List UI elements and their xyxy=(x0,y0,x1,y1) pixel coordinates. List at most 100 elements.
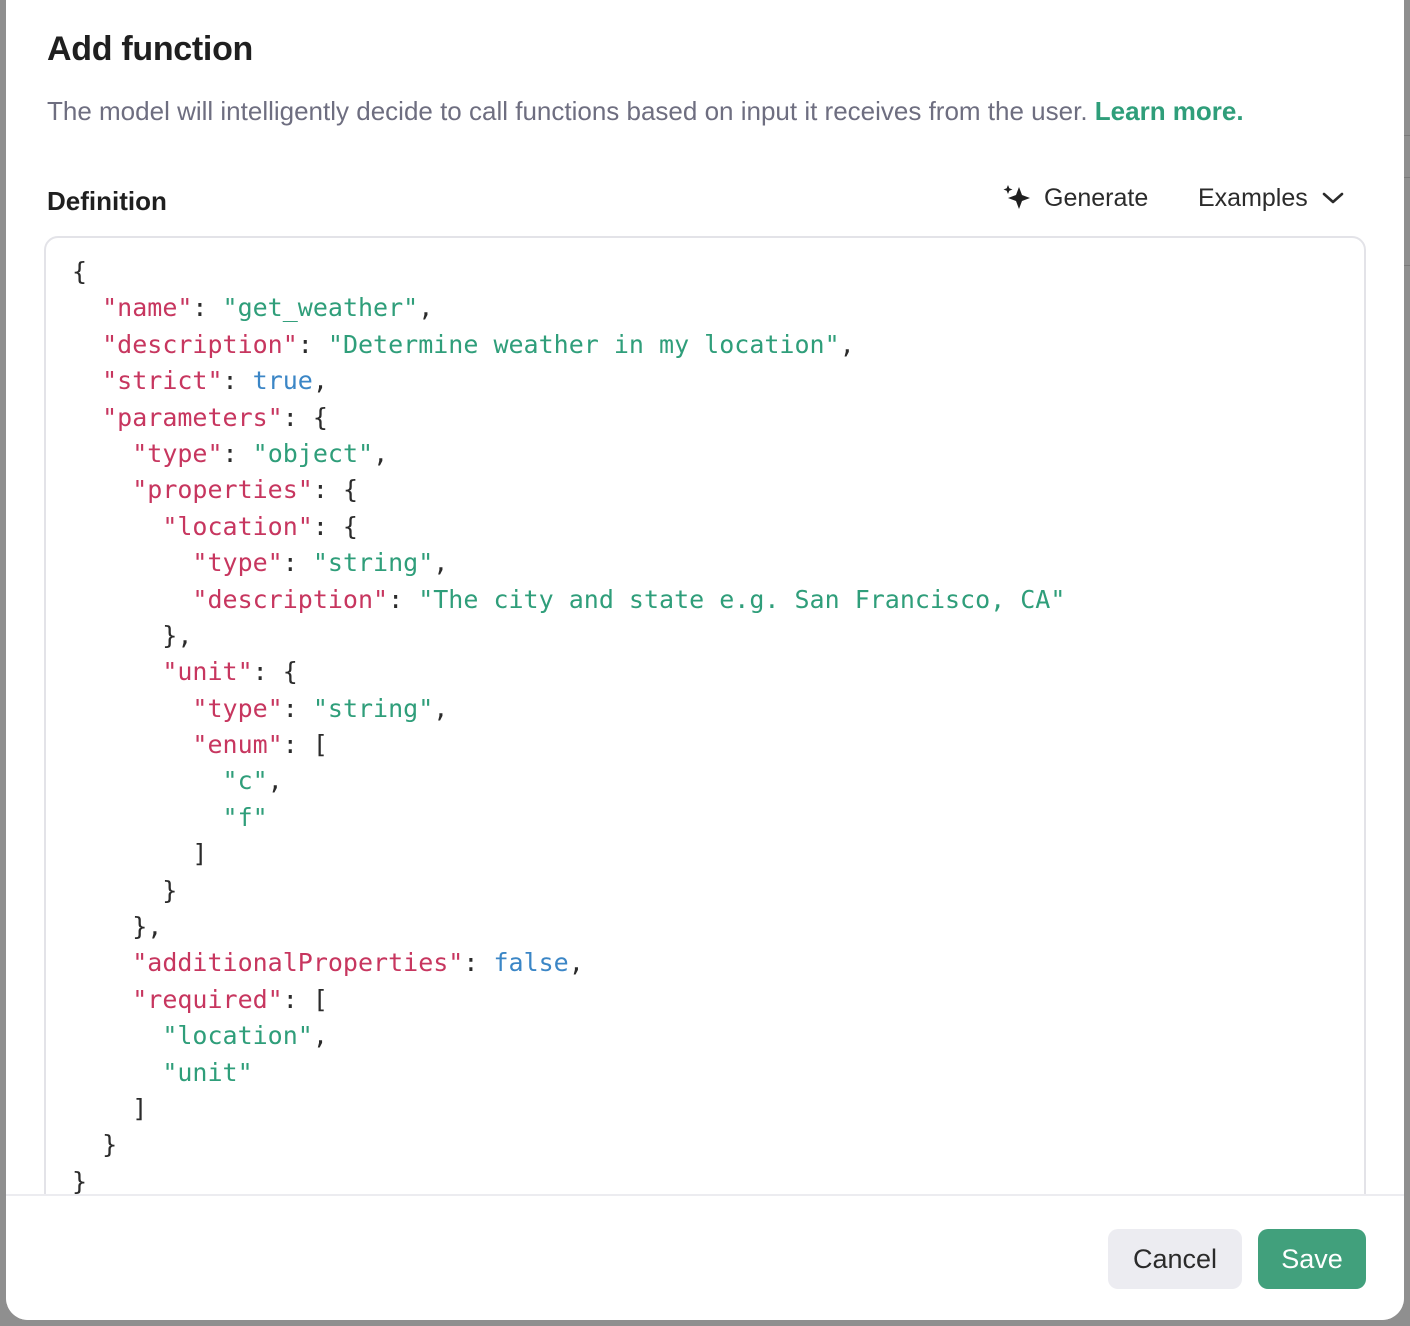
json-punctuation xyxy=(72,585,192,614)
code-line: "description": "The city and state e.g. … xyxy=(72,582,1065,618)
code-line: }, xyxy=(72,618,1065,654)
code-content[interactable]: { "name": "get_weather", "description": … xyxy=(72,254,1065,1200)
json-string: "location" xyxy=(162,1021,313,1051)
code-line: "properties": { xyxy=(72,472,1065,508)
json-punctuation xyxy=(72,366,102,395)
json-key: "properties" xyxy=(132,475,313,505)
json-key: "required" xyxy=(132,984,283,1014)
code-line: "strict": true, xyxy=(72,363,1065,399)
json-punctuation xyxy=(72,403,102,432)
code-line: "description": "Determine weather in my … xyxy=(72,327,1065,363)
cancel-button[interactable]: Cancel xyxy=(1108,1229,1242,1289)
json-key: "strict" xyxy=(102,366,223,396)
json-punctuation: : xyxy=(222,438,253,468)
examples-dropdown[interactable]: Examples xyxy=(1198,180,1344,216)
json-punctuation: , xyxy=(267,766,283,796)
code-line: "location", xyxy=(72,1018,1065,1054)
json-punctuation: , xyxy=(433,693,449,723)
dialog-subtitle: The model will intelligently decide to c… xyxy=(47,96,1244,127)
json-punctuation: : xyxy=(463,948,494,978)
json-punctuation: : xyxy=(388,584,419,614)
json-key: "enum" xyxy=(192,730,283,760)
json-string: "object" xyxy=(252,438,374,468)
json-punctuation: , xyxy=(433,548,449,578)
json-punctuation: , xyxy=(839,329,855,359)
dialog-footer: Cancel Save xyxy=(6,1196,1404,1320)
json-string: "unit" xyxy=(162,1057,253,1087)
json-string: "Determine weather in my location" xyxy=(327,329,840,359)
save-button[interactable]: Save xyxy=(1258,1229,1366,1289)
code-line: ] xyxy=(72,1091,1065,1127)
sparkle-icon xyxy=(1003,185,1030,209)
json-punctuation: : xyxy=(297,329,328,359)
json-punctuation: , xyxy=(568,948,584,978)
json-punctuation: } xyxy=(72,1130,118,1160)
json-punctuation: }, xyxy=(72,912,163,942)
json-punctuation: } xyxy=(72,875,178,905)
code-line: } xyxy=(72,873,1065,909)
code-line: "f" xyxy=(72,800,1065,836)
json-punctuation: }, xyxy=(72,620,193,650)
learn-more-link[interactable]: Learn more. xyxy=(1095,96,1244,126)
json-punctuation xyxy=(72,439,132,468)
json-key: "location" xyxy=(162,511,313,541)
json-punctuation: : [ xyxy=(282,984,328,1014)
json-key: "unit" xyxy=(162,657,253,687)
json-punctuation: : xyxy=(282,693,313,723)
json-string: "get_weather" xyxy=(222,293,419,323)
json-key: "parameters" xyxy=(102,402,283,432)
json-punctuation: : { xyxy=(312,511,358,541)
json-key: "additionalProperties" xyxy=(132,948,464,978)
code-line: "type": "string", xyxy=(72,545,1065,581)
json-punctuation xyxy=(72,985,132,1014)
json-string: "string" xyxy=(312,548,434,578)
code-line: } xyxy=(72,1127,1065,1163)
add-function-dialog: Add function The model will intelligentl… xyxy=(6,0,1404,1320)
json-punctuation xyxy=(72,948,132,977)
code-line: "location": { xyxy=(72,509,1065,545)
json-punctuation: , xyxy=(418,293,434,323)
json-punctuation xyxy=(72,293,102,322)
definition-editor[interactable]: { "name": "get_weather", "description": … xyxy=(44,236,1366,1236)
json-boolean: true xyxy=(252,366,313,396)
json-punctuation: ] xyxy=(72,839,208,869)
json-string: "The city and state e.g. San Francisco, … xyxy=(418,584,1066,614)
dialog-title: Add function xyxy=(47,30,254,68)
json-punctuation: : [ xyxy=(282,730,328,760)
json-string: "f" xyxy=(222,802,268,832)
json-string: "string" xyxy=(312,693,434,723)
definition-label: Definition xyxy=(47,186,167,216)
json-punctuation: : { xyxy=(282,402,328,432)
json-punctuation xyxy=(72,548,192,577)
json-punctuation xyxy=(72,512,162,541)
json-key: "type" xyxy=(132,438,223,468)
json-punctuation: : xyxy=(192,293,223,323)
json-punctuation: : { xyxy=(312,475,358,505)
json-punctuation: ] xyxy=(72,1093,148,1123)
json-punctuation: { xyxy=(72,257,88,286)
json-punctuation: , xyxy=(312,366,328,396)
dialog-subtitle-text: The model will intelligently decide to c… xyxy=(47,96,1088,126)
json-punctuation: } xyxy=(72,1166,88,1196)
chevron-down-icon xyxy=(1322,192,1344,204)
json-punctuation: : xyxy=(222,366,253,396)
code-line: { xyxy=(72,254,1065,290)
json-key: "type" xyxy=(192,548,283,578)
code-line: "unit": { xyxy=(72,654,1065,690)
code-line: "parameters": { xyxy=(72,400,1065,436)
code-line: "required": [ xyxy=(72,982,1065,1018)
json-punctuation xyxy=(72,730,192,759)
code-line: "name": "get_weather", xyxy=(72,290,1065,326)
code-line: "enum": [ xyxy=(72,727,1065,763)
json-punctuation xyxy=(72,657,162,686)
code-line: "type": "object", xyxy=(72,436,1065,472)
json-punctuation: : { xyxy=(252,657,298,687)
json-key: "description" xyxy=(192,584,389,614)
json-punctuation xyxy=(72,475,132,504)
json-key: "type" xyxy=(192,693,283,723)
json-punctuation xyxy=(72,766,223,795)
json-key: "name" xyxy=(102,293,193,323)
code-line: }, xyxy=(72,909,1065,945)
code-line: "type": "string", xyxy=(72,691,1065,727)
generate-button[interactable]: Generate xyxy=(1002,180,1148,216)
